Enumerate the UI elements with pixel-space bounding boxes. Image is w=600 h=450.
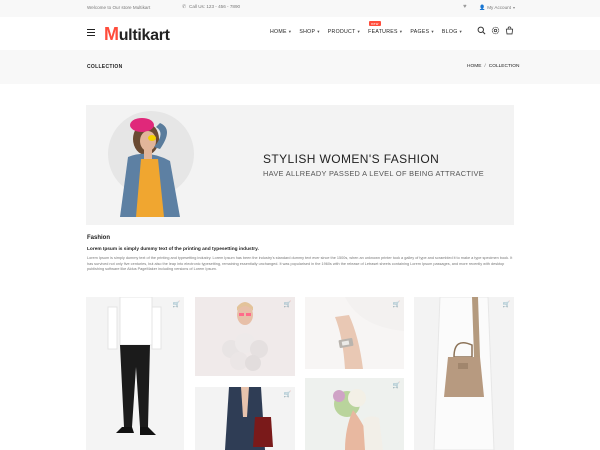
chevron-down-icon: ▾ xyxy=(288,29,292,34)
chevron-down-icon: ▾ xyxy=(317,29,320,34)
collection-description: Fashion Lorem Ipsum is simply dummy text… xyxy=(87,235,515,273)
banner-headline: STYLISH WOMEN'S FASHION xyxy=(263,152,440,166)
menu-icon[interactable] xyxy=(87,29,95,37)
product-image xyxy=(225,387,273,450)
add-to-cart-icon[interactable]: 🛒 xyxy=(393,382,400,389)
product-card[interactable]: 🛒 xyxy=(86,297,184,450)
product-card[interactable]: 🛒 xyxy=(305,378,404,450)
add-to-cart-icon[interactable]: 🛒 xyxy=(173,301,180,308)
product-image xyxy=(305,297,404,369)
heart-icon[interactable]: ♥ xyxy=(463,4,467,10)
main-nav: HOME ▾ SHOP ▾ PRODUCT ▾ new FEATURES ▾ PAGES ▾… xyxy=(270,21,470,35)
phone-info: ✆ Call Us: 123 - 456 - 7890 xyxy=(182,4,240,10)
breadcrumb-current: COLLECTION xyxy=(488,64,520,69)
product-image xyxy=(333,389,383,450)
chevron-down-icon: ▾ xyxy=(431,29,434,34)
breadcrumb-separator: / xyxy=(484,64,486,69)
product-card[interactable]: 🛒 xyxy=(195,387,295,450)
settings-icon[interactable] xyxy=(491,26,500,35)
product-card[interactable]: 🛒 xyxy=(195,297,295,376)
breadcrumb: HOME / COLLECTION xyxy=(467,64,519,69)
chevron-down-icon: ▾ xyxy=(357,29,361,34)
user-icon: 👤 xyxy=(479,4,486,11)
add-to-cart-icon[interactable]: 🛒 xyxy=(393,301,400,308)
collection-banner[interactable]: STYLISH WOMEN'S FASHION HAVE ALLREADY PA… xyxy=(86,105,514,225)
product-image xyxy=(107,297,162,435)
header-icons xyxy=(477,26,519,35)
phone-icon: ✆ xyxy=(182,4,187,10)
cart-icon[interactable] xyxy=(505,26,514,35)
top-bar: Welcome to Our store Multikart ✆ Call Us:… xyxy=(0,0,600,17)
logo[interactable]: Multikart xyxy=(104,24,170,45)
phone-text: Call Us: 123 - 456 - 7890 xyxy=(189,4,241,9)
banner-subheadline: HAVE ALLREADY PASSED A LEVEL OF BEING AT… xyxy=(263,169,484,178)
description-body: Lorem Ipsum is simply dummy text of the … xyxy=(87,256,513,272)
nav-blog[interactable]: BLOG ▾ xyxy=(442,29,462,35)
my-account-link[interactable]: 👤 My Account ▾ xyxy=(479,5,515,11)
description-lead: Lorem Ipsum is simply dummy text of the … xyxy=(87,247,259,252)
chevron-down-icon: ▾ xyxy=(459,29,463,34)
nav-pages[interactable]: PAGES ▾ xyxy=(410,29,434,35)
collection-category-title: Fashion xyxy=(87,235,111,241)
chevron-down-icon: ▾ xyxy=(512,4,515,10)
nav-shop[interactable]: SHOP ▾ xyxy=(299,29,319,35)
nav-features[interactable]: new FEATURES ▾ xyxy=(368,21,403,35)
breadcrumb-home-link[interactable]: HOME xyxy=(467,64,481,69)
product-image xyxy=(222,302,268,371)
product-image xyxy=(433,297,495,450)
welcome-text: Welcome to Our store Multikart xyxy=(87,5,151,10)
add-to-cart-icon[interactable]: 🛒 xyxy=(503,301,510,308)
breadcrumb-bar: COLLECTION HOME / COLLECTION xyxy=(0,50,600,84)
add-to-cart-icon[interactable]: 🛒 xyxy=(284,301,291,308)
product-card[interactable]: 🛒 xyxy=(414,297,514,450)
add-to-cart-icon[interactable]: 🛒 xyxy=(284,391,291,398)
page-title: COLLECTION xyxy=(87,64,123,70)
search-icon[interactable] xyxy=(477,26,486,35)
nav-product[interactable]: PRODUCT ▾ xyxy=(328,29,360,35)
chevron-down-icon: ▾ xyxy=(399,29,403,34)
product-card[interactable]: 🛒 xyxy=(305,297,404,369)
nav-home[interactable]: HOME ▾ xyxy=(270,29,291,35)
main-header: Multikart HOME ▾ SHOP ▾ PRODUCT ▾ new FEATUR… xyxy=(0,17,600,50)
banner-model-image xyxy=(120,118,180,217)
new-badge: new xyxy=(369,21,381,26)
my-account-label: My Account xyxy=(487,4,511,10)
